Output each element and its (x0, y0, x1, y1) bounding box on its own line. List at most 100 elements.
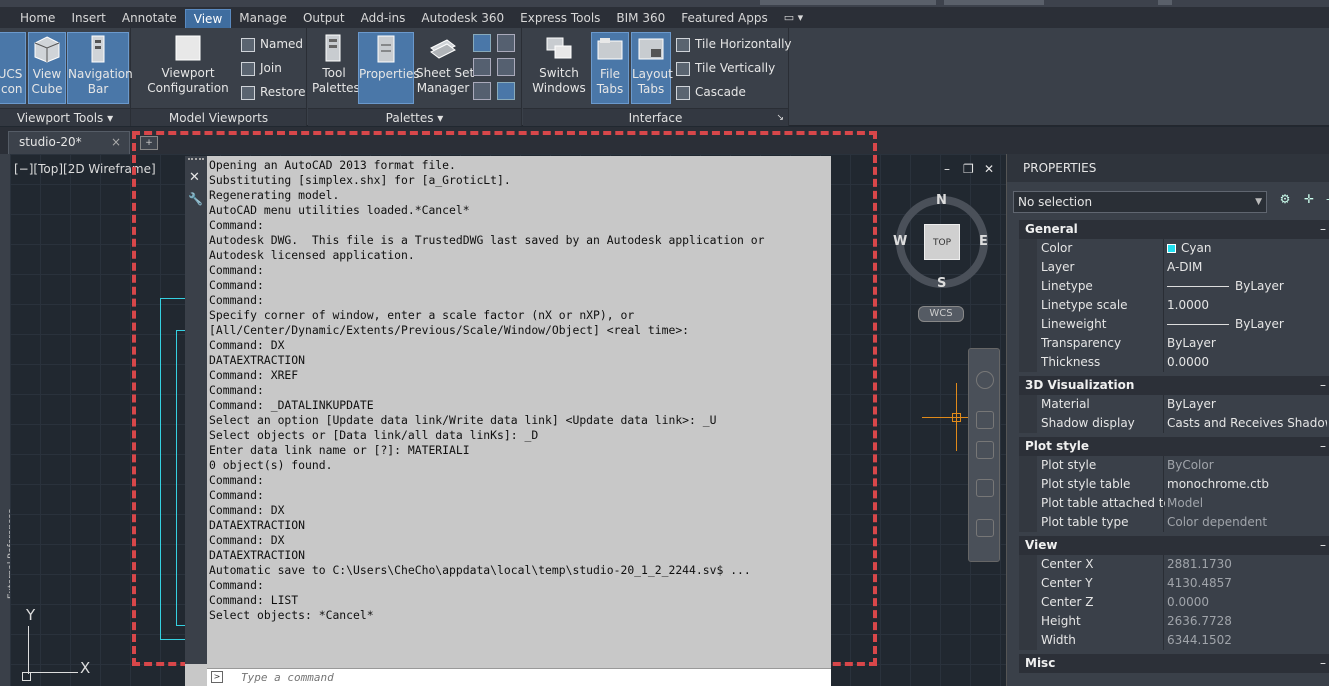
property-value[interactable]: ByLayer (1167, 334, 1327, 353)
tab-add-ins[interactable]: Add-ins (353, 9, 414, 28)
property-row-lineweight[interactable]: Lineweight ByLayer (1037, 315, 1329, 334)
tab-autodesk-360[interactable]: Autodesk 360 (413, 9, 512, 28)
help-button[interactable] (1158, 0, 1172, 5)
tab-manage[interactable]: Manage (231, 9, 295, 28)
property-row-width[interactable]: Width 6344.1502 (1037, 631, 1329, 650)
property-row-transparency[interactable]: Transparency ByLayer (1037, 334, 1329, 353)
design-center-icon[interactable] (473, 34, 491, 52)
property-value[interactable]: Cyan (1167, 239, 1327, 258)
tool-palettes-button[interactable]: Tool Palettes (312, 32, 360, 104)
tab-output[interactable]: Output (295, 9, 353, 28)
property-row-center-z[interactable]: Center Z 0.0000 (1037, 593, 1329, 612)
sign-in-field[interactable] (944, 0, 1044, 5)
selection-dropdown[interactable]: No selection ▼ (1013, 191, 1267, 213)
tab-featured-apps[interactable]: Featured Apps (673, 9, 775, 28)
property-value[interactable]: ByLayer (1167, 315, 1327, 334)
command-line-icon[interactable] (497, 82, 515, 100)
collapse-icon[interactable]: – (1320, 220, 1326, 239)
minimize-icon[interactable]: – (944, 162, 950, 176)
cascade-button[interactable]: Cascade (676, 82, 746, 102)
property-value[interactable]: ByLayer (1167, 395, 1327, 414)
section-misc[interactable]: Misc – (1019, 654, 1329, 673)
switch-windows-button[interactable]: Switch Windows (529, 32, 589, 104)
section-view[interactable]: View – (1019, 536, 1329, 555)
tool-palette-icon[interactable] (473, 58, 491, 76)
file-tabs-button[interactable]: File Tabs (591, 32, 629, 104)
workspace-toggle-icon[interactable]: ▭ ▾ (776, 9, 811, 28)
property-value[interactable]: ByLayer (1167, 277, 1327, 296)
section-3d-visualization[interactable]: 3D Visualization – (1019, 376, 1329, 395)
property-row-linetype-scale[interactable]: Linetype scale 1.0000 (1037, 296, 1329, 315)
property-row-plot-table-type[interactable]: Plot table type Color dependent (1037, 513, 1329, 532)
viewport-configuration-button[interactable]: Viewport Configuration (143, 32, 233, 104)
compass-south[interactable]: S (937, 276, 946, 291)
showmotion-icon[interactable] (976, 519, 994, 537)
collapse-icon[interactable]: – (1320, 376, 1326, 395)
tile-horizontally-button[interactable]: Tile Horizontally (676, 34, 792, 54)
search-field[interactable] (760, 0, 936, 5)
zoom-extents-icon[interactable] (976, 441, 994, 459)
tab-bim-360[interactable]: BIM 360 (608, 9, 673, 28)
property-row-shadow-display[interactable]: Shadow display Casts and Receives Shadows (1037, 414, 1329, 433)
close-icon[interactable]: ✕ (189, 170, 200, 185)
section-plot-style[interactable]: Plot style – (1019, 437, 1329, 456)
pickadd-icon[interactable]: – (1321, 192, 1329, 208)
tab-express-tools[interactable]: Express Tools (512, 9, 608, 28)
property-value[interactable]: A-DIM (1167, 258, 1327, 277)
property-row-layer[interactable]: Layer A-DIM (1037, 258, 1329, 277)
collapse-icon[interactable]: – (1320, 437, 1326, 456)
property-row-center-y[interactable]: Center Y 4130.4857 (1037, 574, 1329, 593)
calculator-icon[interactable] (497, 58, 515, 76)
customize-wrench-icon[interactable]: 🔧 (188, 192, 203, 206)
command-prompt-icon[interactable]: > (211, 671, 223, 683)
wcs-menu[interactable]: WCS (918, 306, 964, 322)
collapse-icon[interactable]: – (1320, 536, 1326, 555)
restore-icon[interactable]: ❐ (963, 162, 974, 176)
panel-title-viewport-tools[interactable]: Viewport Tools ▾ (0, 108, 130, 126)
pan-icon[interactable] (976, 411, 994, 429)
steering-wheel-icon[interactable] (976, 371, 994, 389)
property-row-color[interactable]: Color Cyan (1037, 239, 1329, 258)
property-row-center-x[interactable]: Center X 2881.1730 (1037, 555, 1329, 574)
section-general[interactable]: General – (1019, 220, 1329, 239)
property-row-plot-style-table[interactable]: Plot style table monochrome.ctb (1037, 475, 1329, 494)
property-row-thickness[interactable]: Thickness 0.0000 (1037, 353, 1329, 372)
collapse-icon[interactable]: – (1320, 654, 1326, 673)
ucs-icon-button[interactable]: UCS Icon (0, 32, 26, 104)
external-references-strip[interactable]: External References (0, 154, 17, 686)
property-value[interactable]: 1.0000 (1167, 296, 1327, 315)
layout-tabs-button[interactable]: Layout Tabs (631, 32, 673, 104)
named-viewports-button[interactable]: Named (241, 34, 303, 54)
compass-west[interactable]: W (893, 234, 907, 249)
tab-home[interactable]: Home (12, 9, 63, 28)
viewcube-top-face[interactable]: TOP (924, 224, 960, 260)
tab-annotate[interactable]: Annotate (114, 9, 185, 28)
compass-east[interactable]: E (979, 234, 988, 249)
close-icon[interactable]: × (111, 132, 121, 153)
property-row-plot-table-attached-to[interactable]: Plot table attached to Model (1037, 494, 1329, 513)
property-value[interactable]: monochrome.ctb (1167, 475, 1327, 494)
close-icon[interactable]: ✕ (984, 162, 994, 176)
property-value[interactable]: Casts and Receives Shadows (1167, 414, 1327, 433)
sheet-set-manager-button[interactable]: Sheet Set Manager (416, 32, 474, 104)
restore-viewports-button[interactable]: Restore (241, 82, 306, 102)
command-window-bar[interactable]: ✕ 🔧 (185, 156, 207, 664)
tab-view[interactable]: View (184, 9, 232, 28)
view-cube-button[interactable]: View Cube (28, 32, 66, 104)
file-tab-studio-20[interactable]: studio-20* × (8, 131, 130, 154)
property-value[interactable]: 0.0000 (1167, 353, 1327, 372)
panel-title-palettes[interactable]: Palettes ▾ (308, 108, 521, 126)
select-objects-icon[interactable]: ✛ (1301, 192, 1317, 208)
property-row-height[interactable]: Height 2636.7728 (1037, 612, 1329, 631)
markup-set-icon[interactable] (497, 34, 515, 52)
navigation-bar-button[interactable]: Navigation Bar (67, 32, 133, 104)
property-row-material[interactable]: Material ByLayer (1037, 395, 1329, 414)
command-input[interactable] (241, 670, 821, 685)
property-row-linetype[interactable]: Linetype ByLayer (1037, 277, 1329, 296)
orbit-icon[interactable] (976, 479, 994, 497)
tile-vertically-button[interactable]: Tile Vertically (676, 58, 775, 78)
join-viewports-button[interactable]: Join (241, 58, 282, 78)
quick-select-icon[interactable]: ⚙ (1277, 192, 1293, 208)
compass-north[interactable]: N (936, 193, 947, 208)
tab-insert[interactable]: Insert (63, 9, 113, 28)
